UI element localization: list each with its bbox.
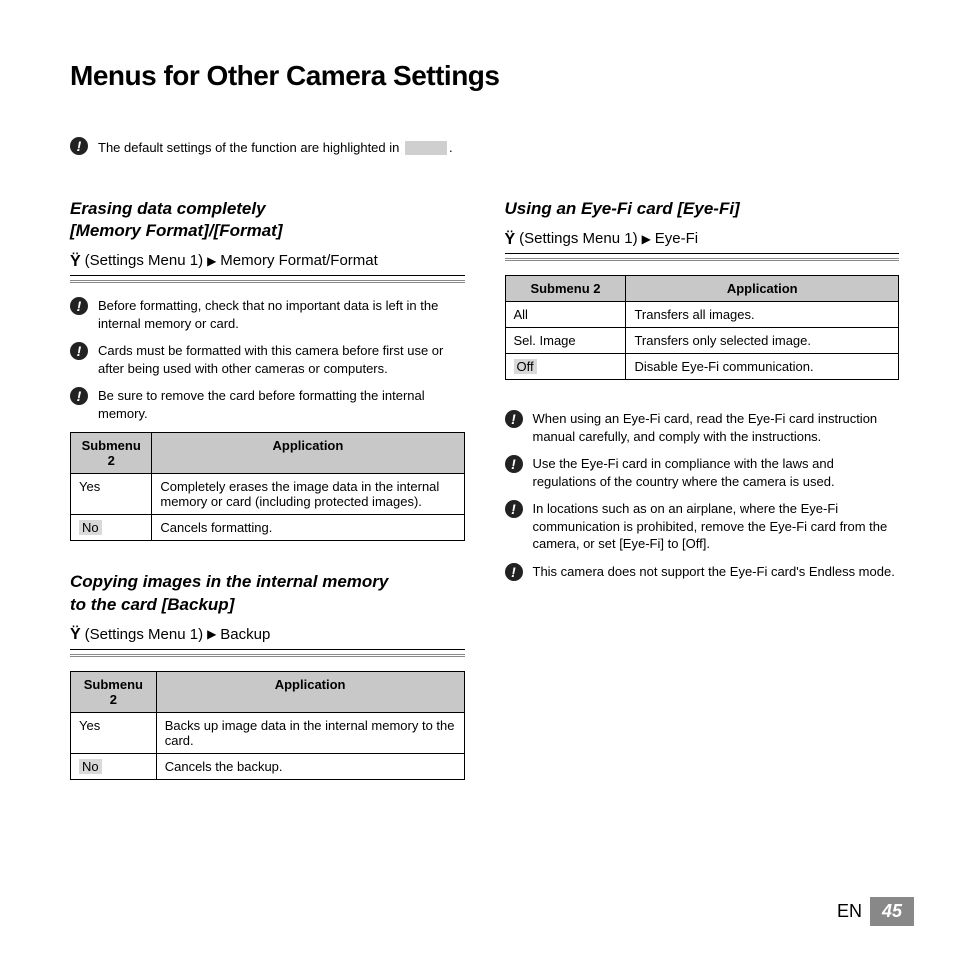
arrow-icon: ▶ <box>207 254 216 268</box>
table-row: Off Disable Eye-Fi communication. <box>505 354 899 380</box>
alert-icon <box>70 342 88 360</box>
table-row: Sel. Image Transfers only selected image… <box>505 328 899 354</box>
table-header: Application <box>156 671 464 712</box>
table-header: Submenu 2 <box>505 276 626 302</box>
divider <box>505 253 900 261</box>
alert-icon <box>505 563 523 581</box>
table-row: Yes Completely erases the image data in … <box>71 474 465 515</box>
alert-icon <box>70 387 88 405</box>
page-title: Menus for Other Camera Settings <box>70 60 899 92</box>
menu-path-memory-format: Ÿ (Settings Menu 1) ▶ Memory Format/Form… <box>70 252 465 273</box>
table-header: Submenu 2 <box>71 671 157 712</box>
note-item: This camera does not support the Eye-Fi … <box>505 563 900 586</box>
page-footer: EN 45 <box>837 897 914 926</box>
table-row: All Transfers all images. <box>505 302 899 328</box>
wrench-icon: Ÿ <box>505 232 516 248</box>
intro-text-suffix: . <box>449 140 453 155</box>
table-memory-format: Submenu 2 Application Yes Completely era… <box>70 432 465 541</box>
note-item: Cards must be formatted with this camera… <box>70 342 465 377</box>
intro-note: The default settings of the function are… <box>70 137 899 158</box>
table-row: Yes Backs up image data in the internal … <box>71 712 465 753</box>
note-item: Use the Eye-Fi card in compliance with t… <box>505 455 900 490</box>
alert-icon <box>70 297 88 315</box>
alert-icon <box>505 455 523 473</box>
section-heading-memory-format: Erasing data completely [Memory Format]/… <box>70 198 465 242</box>
table-row: No Cancels the backup. <box>71 753 465 779</box>
table-header: Application <box>152 433 464 474</box>
table-header: Application <box>626 276 899 302</box>
alert-icon <box>70 137 88 155</box>
table-backup: Submenu 2 Application Yes Backs up image… <box>70 671 465 780</box>
note-item: In locations such as on an airplane, whe… <box>505 500 900 553</box>
wrench-icon: Ÿ <box>70 627 81 643</box>
menu-path-eyefi: Ÿ (Settings Menu 1) ▶ Eye-Fi <box>505 230 900 251</box>
section-heading-backup: Copying images in the internal memory to… <box>70 571 465 615</box>
divider <box>70 275 465 283</box>
note-item: Before formatting, check that no importa… <box>70 297 465 332</box>
note-item: Be sure to remove the card before format… <box>70 387 465 422</box>
alert-icon <box>505 500 523 518</box>
footer-page-number: 45 <box>870 897 914 926</box>
divider <box>70 649 465 657</box>
wrench-icon: Ÿ <box>70 254 81 270</box>
footer-language: EN <box>837 901 870 922</box>
note-item: When using an Eye-Fi card, read the Eye-… <box>505 410 900 445</box>
section-heading-eyefi: Using an Eye-Fi card [Eye-Fi] <box>505 198 900 220</box>
arrow-icon: ▶ <box>207 627 216 641</box>
highlight-swatch <box>405 141 447 155</box>
table-eyefi: Submenu 2 Application All Transfers all … <box>505 275 900 380</box>
intro-text-prefix: The default settings of the function are… <box>98 140 403 155</box>
alert-icon <box>505 410 523 428</box>
arrow-icon: ▶ <box>642 232 651 246</box>
table-row: No Cancels formatting. <box>71 515 465 541</box>
table-header: Submenu 2 <box>71 433 152 474</box>
menu-path-backup: Ÿ (Settings Menu 1) ▶ Backup <box>70 626 465 647</box>
